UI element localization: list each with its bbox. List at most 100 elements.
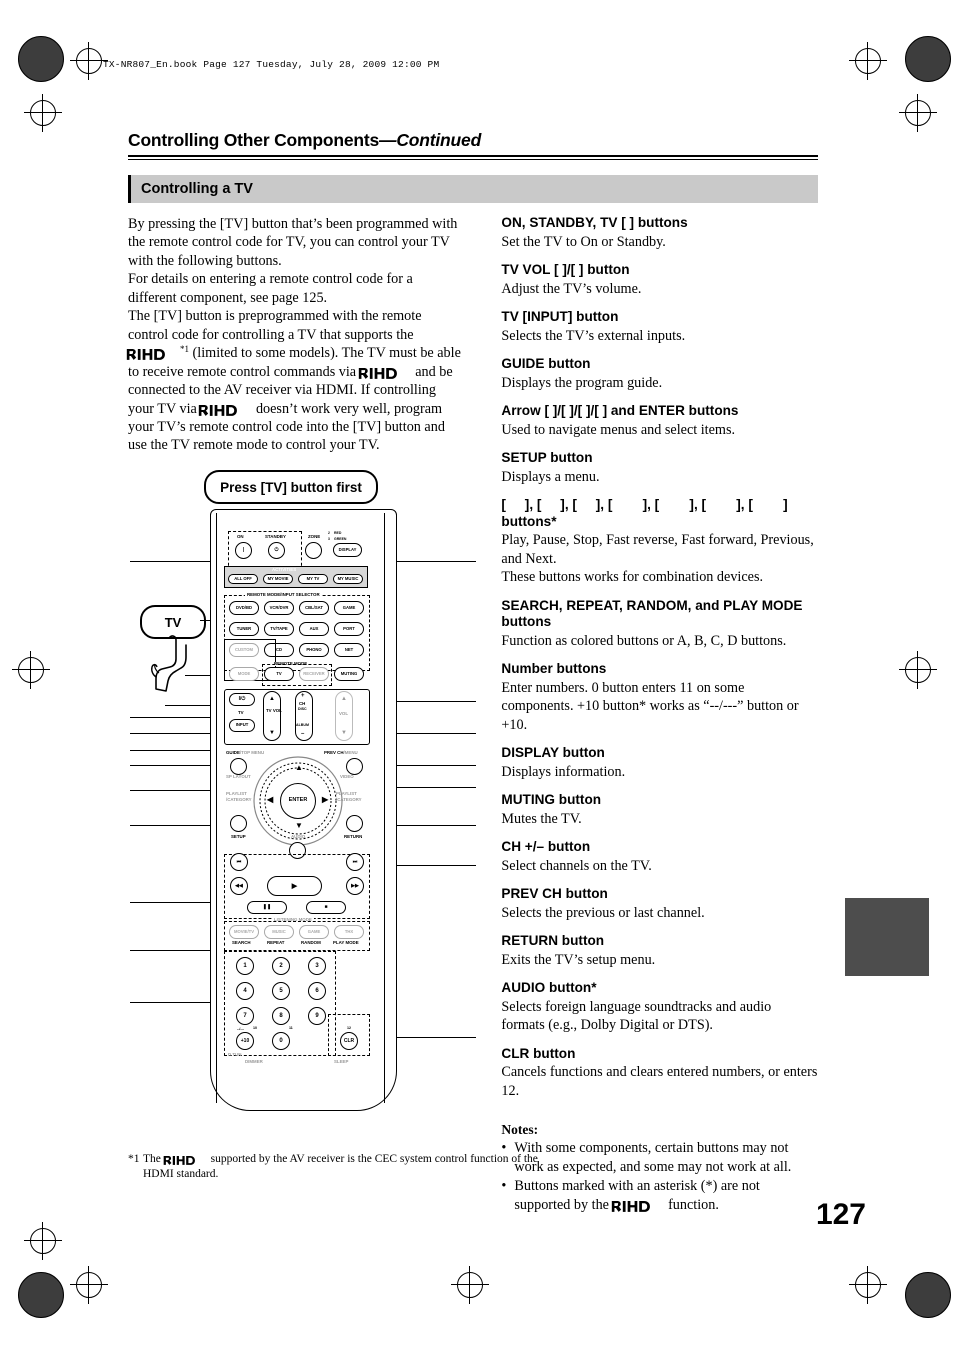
vol-down-arrow-icon: ▼ — [341, 730, 347, 736]
entry-desc-display: Displays information. — [501, 763, 626, 780]
number-5-button[interactable]: 5 — [272, 982, 290, 1000]
tuner-button[interactable]: TUNER — [229, 622, 259, 636]
sleep-label: SLEEP — [334, 1059, 349, 1064]
vcr-dvr-button[interactable]: VCR/DVR — [264, 601, 294, 615]
music-button[interactable]: MUSIC — [264, 925, 294, 939]
setup-button[interactable] — [230, 815, 247, 832]
entry-desc-number-buttons: Enter numbers. 0 button enters 11 on som… — [501, 679, 799, 733]
clr-button[interactable]: CLR — [340, 1032, 358, 1050]
entry-heading-tv-vol: TV VOL [ ]/[ ] button — [501, 262, 630, 278]
page-number: 127 — [815, 1198, 866, 1231]
zone-button[interactable] — [305, 542, 322, 559]
number-0-button[interactable]: 0 — [272, 1032, 290, 1050]
thumb-index-tab — [845, 898, 929, 976]
muting-button[interactable]: MUTING — [334, 667, 364, 681]
tuner-label: TUNER — [236, 625, 252, 631]
entry-heading-setup: SETUP button — [501, 450, 593, 466]
my-tv-button[interactable]: MY TV — [298, 574, 328, 584]
number-3-button[interactable]: 3 — [308, 957, 326, 975]
my-movie-button[interactable]: MY MOVIE — [263, 574, 293, 584]
return-button[interactable] — [346, 815, 363, 832]
return-label: RETURN — [344, 834, 363, 839]
net-button[interactable]: NET — [334, 643, 364, 657]
stop-button[interactable]: ■ — [306, 901, 346, 914]
label-zone-2: 2 — [328, 531, 330, 535]
entry-desc-tv-input: Selects the TV’s external inputs. — [501, 327, 686, 344]
receiver-button[interactable]: RECEIVER — [299, 667, 329, 681]
page-title-main: Controlling Other Components — [128, 130, 380, 150]
entry-desc-clr: Cancels functions and clears entered num… — [501, 1064, 818, 1099]
standby-button[interactable]: ⏻ — [268, 542, 285, 559]
play-mode-label: PLAY MODE — [333, 940, 359, 945]
fast-forward-button[interactable]: ▶▶ — [346, 877, 364, 895]
clr-label: CLR — [343, 1037, 355, 1044]
label-10: 10 — [253, 1026, 257, 1030]
plus-10-button[interactable]: +10 — [236, 1032, 254, 1050]
number-2-button[interactable]: 2 — [272, 957, 290, 975]
entry-desc-audio: Selects foreign language soundtracks and… — [501, 998, 772, 1034]
port-button[interactable]: PORT — [334, 622, 364, 636]
rihd-logo-icon — [126, 348, 182, 362]
leader-line-setup — [130, 825, 220, 826]
on-button[interactable]: | — [235, 542, 252, 559]
activities-title: ACTIVITIES — [272, 567, 297, 572]
section-header-controlling-a-tv: Controlling a TV — [128, 175, 818, 203]
my-movie-label: MY MOVIE — [267, 575, 289, 581]
number-7-label: 7 — [243, 1013, 247, 1019]
phono-button[interactable]: PHONO — [299, 643, 329, 657]
tv-tape-button[interactable]: TV/TAPE — [264, 622, 294, 636]
prev-ch-button[interactable] — [346, 758, 363, 775]
game-button[interactable]: GAME — [334, 601, 364, 615]
book-header-line: TX-NR807_En.book Page 127 Tuesday, July … — [103, 59, 440, 70]
all-off-button[interactable]: ALL OFF — [228, 574, 258, 584]
remote-mode-input-selector-title: REMOTE MODE/INPUT SELECTOR — [245, 592, 322, 598]
entry-desc-setup: Displays a menu. — [501, 468, 600, 485]
music-label: MUSIC — [272, 928, 286, 934]
dvd-bd-button[interactable]: DVD/BD — [229, 601, 259, 615]
tv-vol-down-arrow-icon: ▼ — [269, 730, 275, 736]
tv-input-button[interactable]: INPUT — [229, 719, 255, 732]
fast-reverse-button[interactable]: ◀◀ — [230, 877, 248, 895]
muting-label: MUTING — [340, 670, 358, 676]
guide-button[interactable] — [230, 758, 247, 775]
number-7-button[interactable]: 7 — [236, 1007, 254, 1025]
number-6-button[interactable]: 6 — [308, 982, 326, 1000]
net-label: NET — [344, 646, 354, 652]
rihd-logo-icon-2 — [358, 367, 413, 381]
movie-tv-button[interactable]: MOVIE/TV — [229, 925, 259, 939]
number-8-button[interactable]: 8 — [272, 1007, 290, 1025]
d-tun-label: D.TUN — [228, 1052, 242, 1057]
number-1-label: 1 — [243, 963, 247, 969]
cbl-sat-label: CBL/SAT — [305, 604, 323, 610]
play-button[interactable]: ▶ — [267, 876, 322, 896]
leader-line-return — [388, 825, 476, 826]
my-music-button[interactable]: MY MUSIC — [333, 574, 363, 584]
display-button[interactable]: DISPLAY — [333, 543, 362, 557]
crop-target-left-mid — [12, 651, 50, 689]
entry-desc-on-standby-tv: Set the TV to On or Standby. — [501, 233, 666, 250]
power-toggle-button[interactable]: I/⏻ — [229, 693, 255, 706]
number-6-label: 6 — [315, 988, 319, 994]
leader-line-numbers — [130, 1002, 218, 1003]
pause-button[interactable]: ❚❚ — [247, 901, 287, 914]
mode-button[interactable]: MODE — [229, 667, 259, 681]
number-4-button[interactable]: 4 — [236, 982, 254, 1000]
leader-line-input-sel — [165, 705, 213, 706]
game-listen-button[interactable]: GAME — [299, 925, 329, 939]
label-12: 12 — [347, 1026, 351, 1030]
aux-button[interactable]: AUX — [299, 622, 329, 636]
number-1-button[interactable]: 1 — [236, 957, 254, 975]
cbl-sat-button[interactable]: CBL/SAT — [299, 601, 329, 615]
entry-desc-transport-buttons: Play, Pause, Stop, Fast reverse, Fast fo… — [501, 532, 814, 586]
setup-label: SETUP — [231, 834, 246, 839]
label-11: 11 — [289, 1026, 293, 1030]
prev-track-button[interactable]: ⏮ — [230, 853, 248, 871]
entry-desc-search-repeat-random-playmode: Function as colored buttons or A, B, C, … — [501, 632, 787, 649]
enter-button[interactable]: ENTER — [280, 783, 316, 819]
label-zone-3: 3 — [328, 537, 330, 541]
thx-button[interactable]: THX — [334, 925, 364, 939]
next-track-button[interactable]: ⏭ — [346, 853, 364, 871]
label-green: GREEN — [334, 537, 347, 541]
tv-mode-button[interactable]: TV — [264, 667, 294, 681]
number-9-button[interactable]: 9 — [308, 1007, 326, 1025]
